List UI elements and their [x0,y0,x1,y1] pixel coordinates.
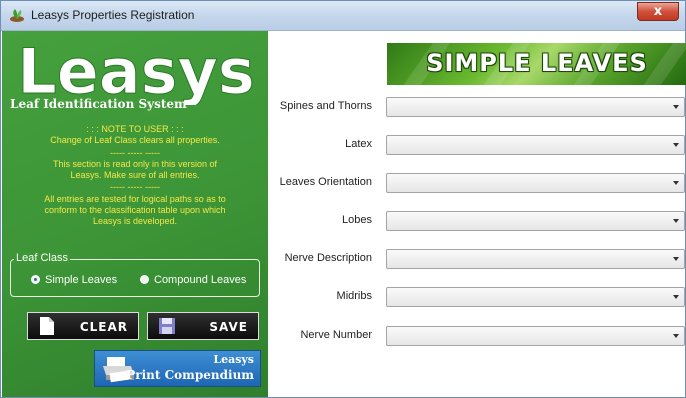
select-nerve-description[interactable] [386,249,685,269]
simple-leaves-banner: SIMPLE LEAVES [387,43,686,85]
label-lobes: Lobes [342,214,372,226]
select-latex[interactable] [386,135,685,155]
chevron-down-icon [673,181,679,185]
label-midribs: Midribs [336,290,372,302]
select-leaves-orientation[interactable] [386,173,685,193]
clear-button[interactable]: CLEAR [27,312,139,340]
chevron-down-icon [673,143,679,147]
label-leaves-orientation: Leaves Orientation [279,176,372,188]
chevron-down-icon [673,105,679,109]
radio-label: Compound Leaves [154,274,247,286]
leasys-logo: Leasys [17,37,256,105]
note-line: Leasys is developed. [92,216,178,226]
note-line: ----- ----- ----- [110,182,160,192]
document-icon [40,317,54,335]
radio-selected-icon [31,275,40,284]
chevron-down-icon [673,257,679,261]
clear-label: CLEAR [79,320,128,334]
print-brand-label: Leasys [213,353,254,366]
floppy-disk-icon [159,318,175,334]
chevron-down-icon [673,334,679,338]
select-nerve-number[interactable] [386,326,685,346]
registration-window: Leasys Properties Registration x Leasys … [0,0,686,398]
print-compendium-label: Print Compendium [126,368,254,382]
note-line: Change of Leaf Class clears all properti… [50,135,220,145]
select-lobes[interactable] [386,211,685,231]
label-latex: Latex [345,138,372,150]
close-icon: x [653,4,663,19]
left-panel: Leasys Leaf Identification System : : : … [2,31,268,397]
label-nerve-description: Nerve Description [284,252,372,264]
note-line: Leasys. Make sure of all entries. [70,170,200,180]
chevron-down-icon [673,219,679,223]
note-line: ----- ----- ----- [110,148,160,158]
title-bar[interactable]: Leasys Properties Registration x [1,1,685,31]
note-line: conform to the classification table upon… [44,205,226,215]
radio-compound-leaves[interactable]: Compound Leaves [140,274,260,288]
leaf-class-legend: Leaf Class [14,252,70,264]
radio-label: Simple Leaves [45,274,118,286]
radio-simple-leaves[interactable]: Simple Leaves [31,274,141,288]
save-button[interactable]: SAVE [147,312,259,340]
radio-unselected-icon [140,275,149,284]
label-nerve-number: Nerve Number [300,329,372,341]
logo-text: Leasys [17,37,255,105]
logo-subtitle: Leaf Identification System [10,97,187,111]
print-compendium-button[interactable]: Leasys Print Compendium [94,350,261,387]
window-title: Leasys Properties Registration [31,8,195,22]
app-icon [10,9,24,22]
select-spines-and-thorns[interactable] [386,97,685,117]
note-line: This section is read only in this versio… [52,159,218,169]
save-label: SAVE [209,320,248,334]
note-line: All entries are tested for logical paths… [44,194,226,204]
note-line: : : : NOTE TO USER : : : [86,124,184,134]
label-spines-and-thorns: Spines and Thorns [279,100,372,112]
chevron-down-icon [673,295,679,299]
select-midribs[interactable] [386,287,685,307]
close-button[interactable]: x [637,2,679,21]
banner-title: SIMPLE LEAVES [426,49,648,77]
